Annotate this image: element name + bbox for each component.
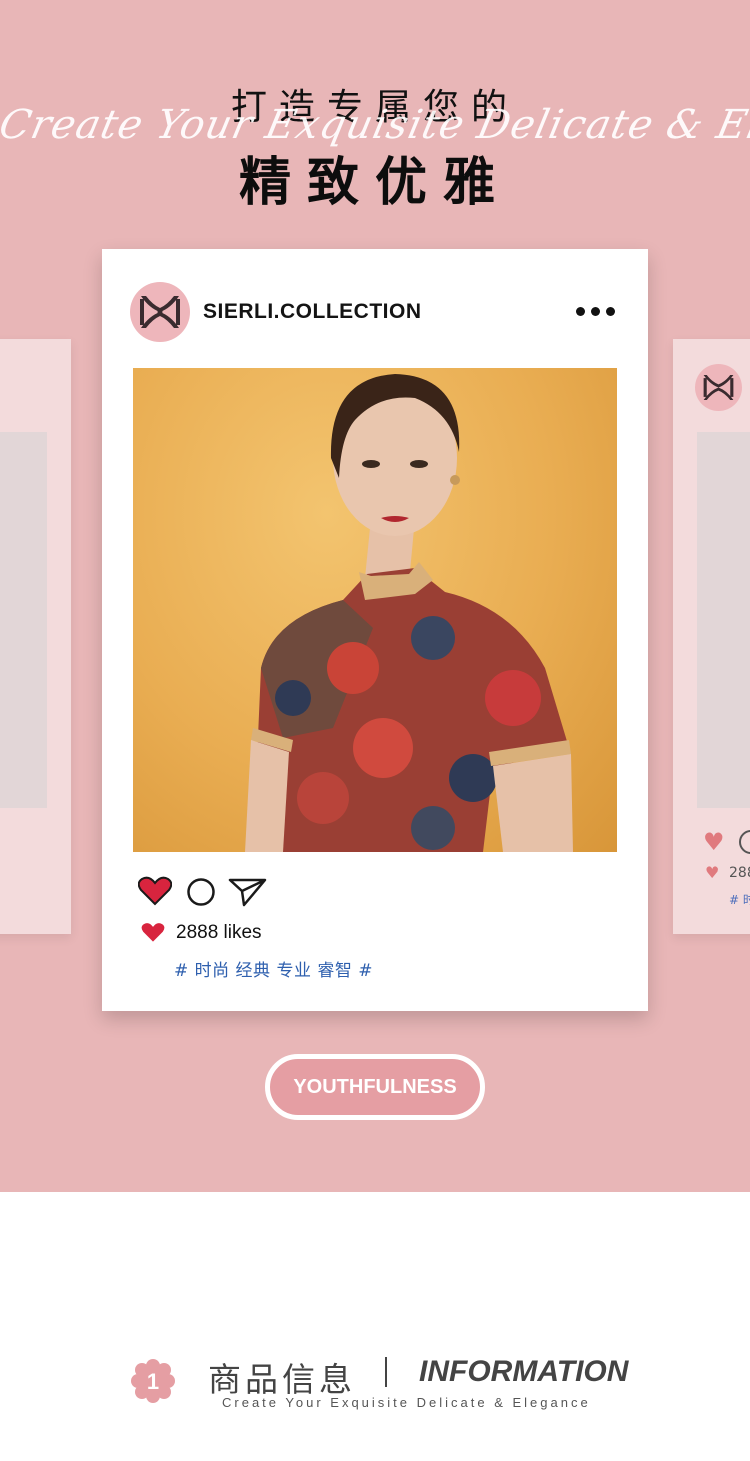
post-card: SIERLI.COLLECTION 2888 likes # 时尚 经典 专业 …	[102, 249, 648, 1011]
avatar	[695, 364, 742, 411]
avatar[interactable]	[130, 282, 190, 342]
hashtags: # 时	[729, 893, 750, 907]
logo-monogram-icon	[703, 374, 734, 401]
post-photo	[133, 368, 617, 852]
badge-number: 1	[147, 1369, 159, 1394]
logo-monogram-icon	[140, 296, 180, 328]
section-title-cn: 商品信息	[208, 1360, 356, 1399]
image-placeholder	[0, 432, 47, 808]
username[interactable]: SIERLI.COLLECTION	[203, 300, 422, 324]
likes-count: 288	[729, 865, 750, 881]
image-placeholder	[697, 432, 750, 808]
likes-count: 2888 likes	[176, 922, 262, 943]
hero-banner: 打造专属您的 Create Your Exquisite Delicate & …	[0, 0, 750, 1192]
heart-icon[interactable]	[138, 876, 172, 906]
more-dots-icon[interactable]	[576, 307, 616, 317]
section-subtitle: Create Your Exquisite Delicate & Eleganc…	[222, 1395, 591, 1410]
heart-icon[interactable]: ♥	[703, 828, 725, 856]
heart-small-icon: ♥	[705, 863, 720, 882]
model-photo	[245, 374, 573, 852]
youthfulness-pill-button[interactable]: YOUTHFULNESS	[265, 1054, 485, 1120]
heart-small-icon	[141, 923, 165, 942]
side-card-right: ♥ ♥ 288 # 时	[673, 339, 750, 934]
section-title-en: INFORMATION	[419, 1355, 629, 1388]
headline-line2: 精致优雅	[238, 153, 511, 213]
divider	[385, 1357, 387, 1387]
flower-badge-icon: 1	[131, 1359, 175, 1403]
comment-icon[interactable]	[739, 830, 750, 854]
comment-icon[interactable]	[186, 877, 216, 907]
share-icon[interactable]	[228, 877, 268, 907]
side-card-left	[0, 339, 71, 934]
hashtags[interactable]: # 时尚 经典 专业 睿智 #	[174, 956, 373, 981]
